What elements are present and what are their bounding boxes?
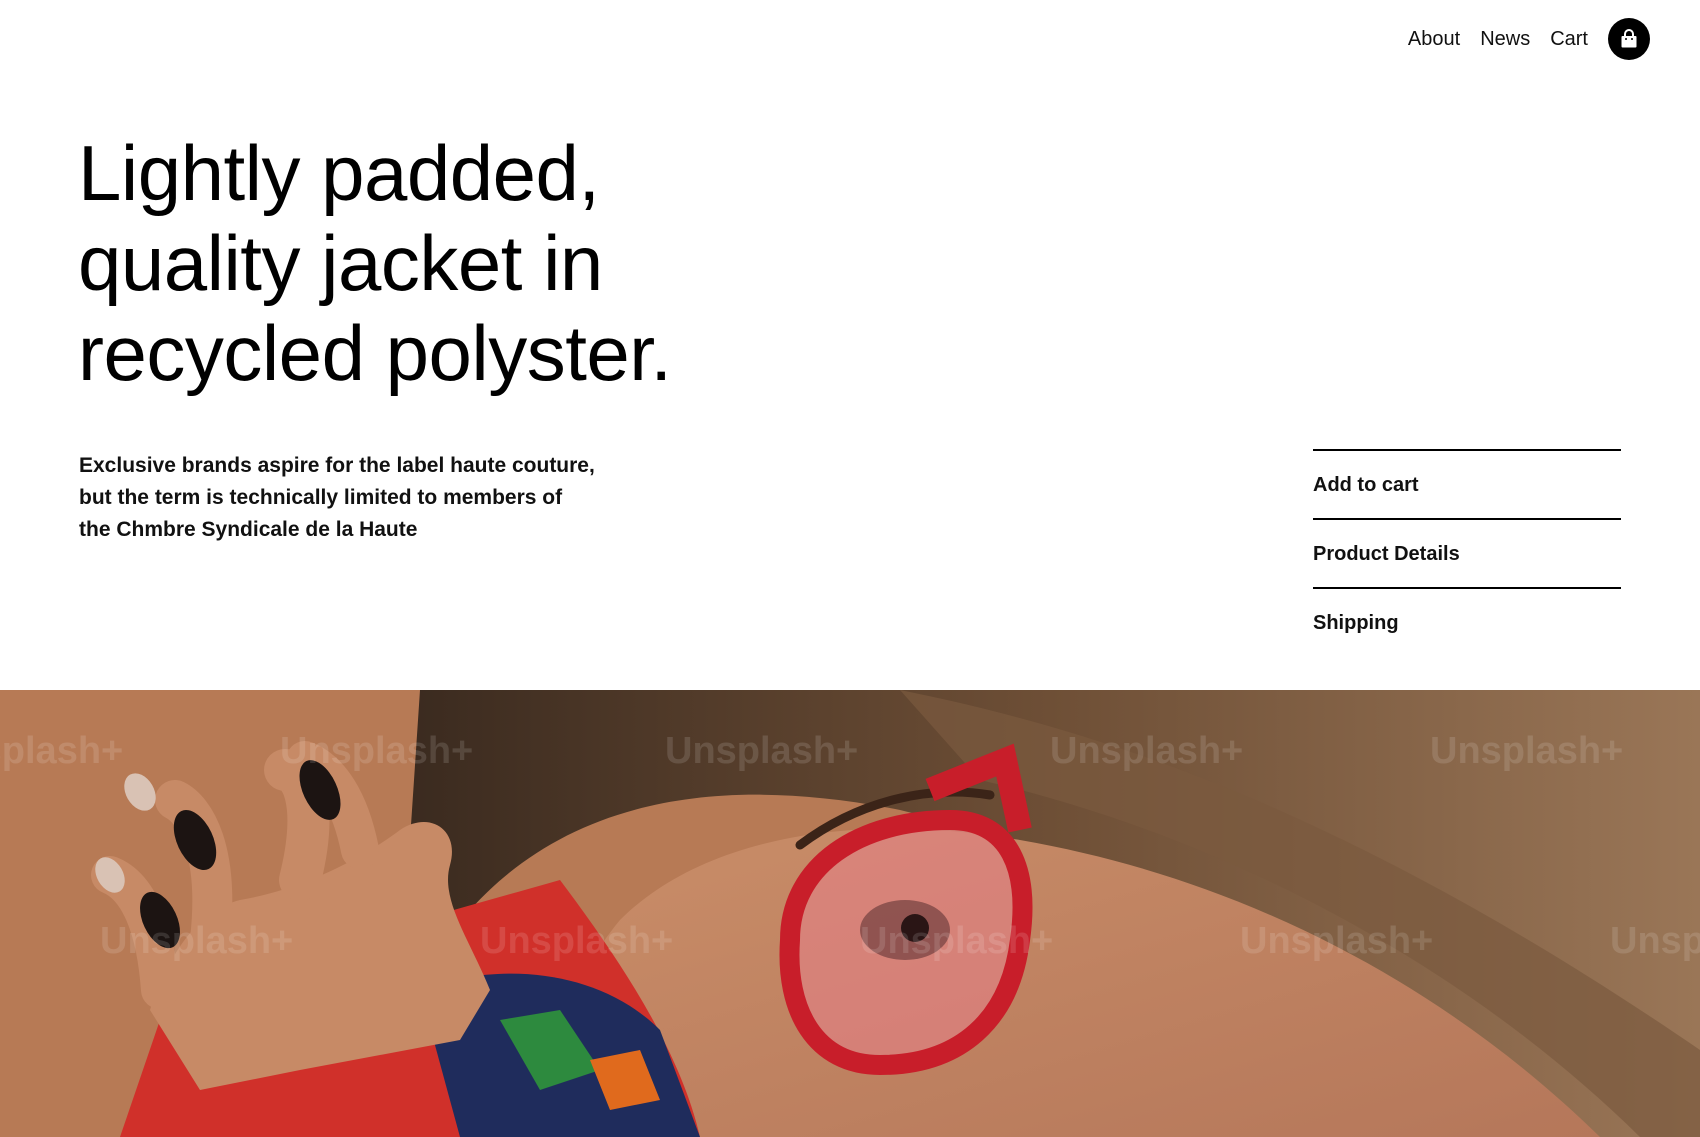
top-nav: About News Cart	[1408, 18, 1650, 60]
cart-bag-button[interactable]	[1608, 18, 1650, 60]
product-description: Exclusive brands aspire for the label ha…	[79, 454, 595, 541]
shopping-bag-icon	[1621, 29, 1637, 48]
hero-photo: Unsplash+ Unsplash+ Unsplash+ Unsplash+ …	[0, 690, 1700, 1137]
title-line-1: Lightly padded,	[78, 129, 600, 217]
nav-link-cart[interactable]: Cart	[1550, 19, 1588, 59]
accordion-add-to-cart[interactable]: Add to cart	[1313, 449, 1621, 518]
accordion-shipping[interactable]: Shipping	[1313, 587, 1621, 656]
watermark-5: Unsplash+	[1430, 730, 1624, 772]
accordion-product-details[interactable]: Product Details	[1313, 518, 1621, 587]
nav-link-news[interactable]: News	[1480, 19, 1530, 59]
watermark-2: Unsplash+	[280, 730, 474, 772]
watermark-6: Unsplash+	[100, 920, 294, 962]
watermark-10: Unsplash+	[1610, 920, 1700, 962]
nav-link-about[interactable]: About	[1408, 19, 1460, 59]
product-page: About News Cart Lightly padded, quality …	[0, 0, 1700, 1137]
watermark-4: Unsplash+	[1050, 730, 1244, 772]
watermark-7: Unsplash+	[480, 920, 674, 962]
product-title: Lightly padded, quality jacket in recycl…	[78, 128, 778, 398]
title-line-3: recycled polyster.	[78, 309, 672, 397]
watermark-3: Unsplash+	[665, 730, 859, 772]
title-line-2: quality jacket in	[78, 219, 603, 307]
product-accordion: Add to cart Product Details Shipping	[1313, 449, 1621, 656]
watermark-9: Unsplash+	[1240, 920, 1434, 962]
watermark-8: Unsplash+	[860, 920, 1054, 962]
watermark-1: Unsplash+	[0, 730, 124, 772]
